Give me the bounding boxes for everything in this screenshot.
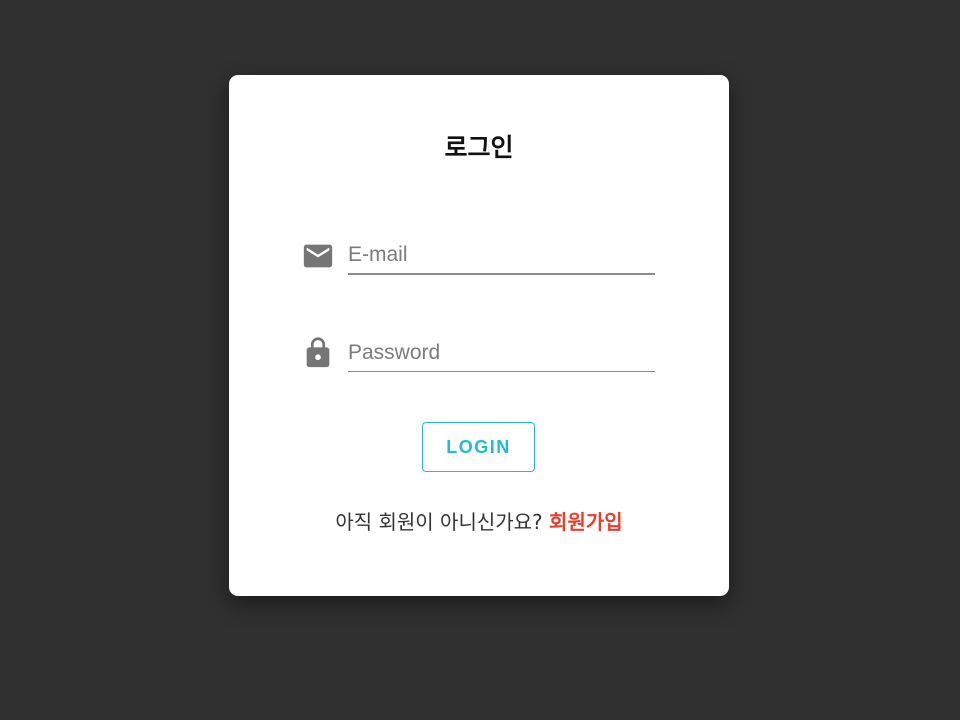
lock-icon xyxy=(301,336,335,370)
mail-icon xyxy=(301,239,335,273)
signup-link[interactable]: 회원가입 xyxy=(549,510,623,534)
email-input[interactable] xyxy=(348,237,655,275)
email-field-group xyxy=(301,237,657,277)
signup-prompt-text: 아직 회원이 아니신가요? xyxy=(335,510,543,534)
password-field-group xyxy=(301,334,657,374)
password-input[interactable] xyxy=(348,334,655,372)
page-title: 로그인 xyxy=(444,133,514,162)
login-card: 로그인 LOGIN 아직 회원이 아니신가요? 회원가입 xyxy=(229,75,729,596)
signup-prompt-line: 아직 회원이 아니신가요? 회원가입 xyxy=(229,507,729,537)
login-button[interactable]: LOGIN xyxy=(422,422,535,472)
